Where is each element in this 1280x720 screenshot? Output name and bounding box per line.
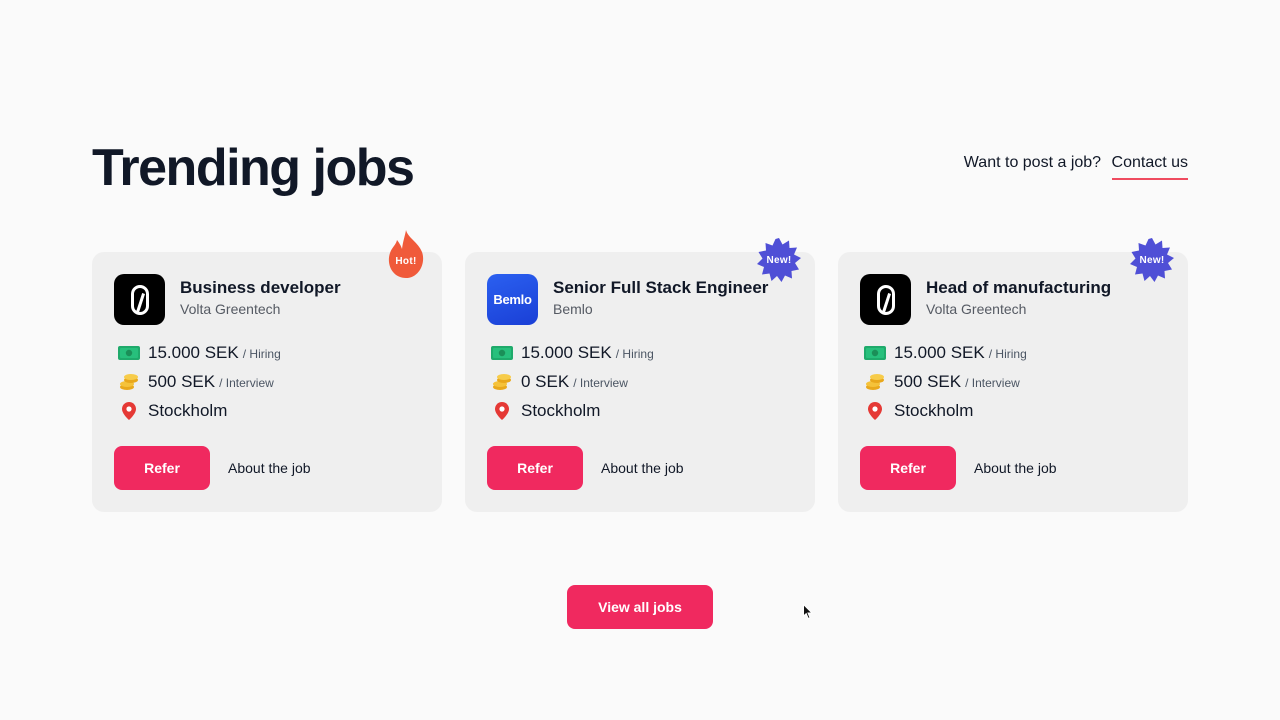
interview-reward: 0 SEK / Interview <box>491 371 628 393</box>
mouse-cursor-icon <box>803 603 814 625</box>
job-location: Stockholm <box>118 400 227 422</box>
money-bill-icon <box>118 344 140 362</box>
coins-icon <box>118 373 140 391</box>
location-pin-icon <box>864 402 886 420</box>
job-title[interactable]: Senior Full Stack Engineer <box>553 278 768 298</box>
coins-icon <box>864 373 886 391</box>
job-card: Head of manufacturing Volta Greentech 15… <box>838 238 1188 512</box>
interview-amount: 0 SEK <box>521 372 570 391</box>
about-job-link[interactable]: About the job <box>974 460 1057 476</box>
interview-label: / Interview <box>965 376 1020 390</box>
company-name: Volta Greentech <box>180 301 281 317</box>
post-job-text: Want to post a job? <box>963 154 1102 171</box>
about-job-link[interactable]: About the job <box>228 460 311 476</box>
interview-amount: 500 SEK <box>894 372 962 391</box>
job-location: Stockholm <box>864 400 973 422</box>
hiring-reward: 15.000 SEK / Hiring <box>864 342 1027 364</box>
hiring-reward: 15.000 SEK / Hiring <box>491 342 654 364</box>
refer-button[interactable]: Refer <box>487 446 583 490</box>
location-text: Stockholm <box>894 401 974 420</box>
hiring-label: / Hiring <box>988 347 1027 361</box>
badge-label: New! <box>1139 254 1165 266</box>
job-location: Stockholm <box>491 400 600 422</box>
badge-label: New! <box>766 254 792 266</box>
hiring-amount: 15.000 SEK <box>894 343 985 362</box>
job-card: Business developer Volta Greentech 15.00… <box>92 230 442 512</box>
location-text: Stockholm <box>521 401 601 420</box>
refer-button[interactable]: Refer <box>860 446 956 490</box>
job-cards: Business developer Volta Greentech 15.00… <box>92 230 1188 512</box>
about-job-link[interactable]: About the job <box>601 460 684 476</box>
contact-us-link[interactable]: Contact us <box>1111 154 1188 180</box>
view-all-jobs-button[interactable]: View all jobs <box>567 585 713 629</box>
location-pin-icon <box>118 402 140 420</box>
page-title: Trending jobs <box>92 139 415 197</box>
money-bill-icon <box>864 344 886 362</box>
job-title[interactable]: Business developer <box>180 278 341 298</box>
refer-button[interactable]: Refer <box>114 446 210 490</box>
volta-logo <box>860 274 911 325</box>
company-name: Bemlo <box>553 301 593 317</box>
hiring-label: / Hiring <box>242 347 281 361</box>
interview-label: / Interview <box>219 376 274 390</box>
bemlo-logo-text: Bemlo <box>493 292 532 307</box>
job-card: Bemlo Senior Full Stack Engineer Bemlo 1… <box>465 238 815 512</box>
hiring-amount: 15.000 SEK <box>521 343 612 362</box>
coins-icon <box>491 373 513 391</box>
hot-badge: Hot! <box>384 230 428 280</box>
company-name: Volta Greentech <box>926 301 1027 317</box>
volta-logo <box>114 274 165 325</box>
page-header: Trending jobs Want to post a job? Contac… <box>92 138 1188 198</box>
interview-label: / Interview <box>573 376 628 390</box>
hiring-label: / Hiring <box>615 347 654 361</box>
hiring-amount: 15.000 SEK <box>148 343 239 362</box>
location-text: Stockholm <box>148 401 228 420</box>
badge-label: Hot! <box>395 255 417 267</box>
location-pin-icon <box>491 402 513 420</box>
money-bill-icon <box>491 344 513 362</box>
interview-amount: 500 SEK <box>148 372 216 391</box>
new-badge: New! <box>757 238 801 282</box>
interview-reward: 500 SEK / Interview <box>864 371 1020 393</box>
job-title[interactable]: Head of manufacturing <box>926 278 1111 298</box>
post-job-prompt: Want to post a job? Contact us <box>963 154 1188 180</box>
hiring-reward: 15.000 SEK / Hiring <box>118 342 281 364</box>
bemlo-logo: Bemlo <box>487 274 538 325</box>
interview-reward: 500 SEK / Interview <box>118 371 274 393</box>
new-badge: New! <box>1130 238 1174 282</box>
